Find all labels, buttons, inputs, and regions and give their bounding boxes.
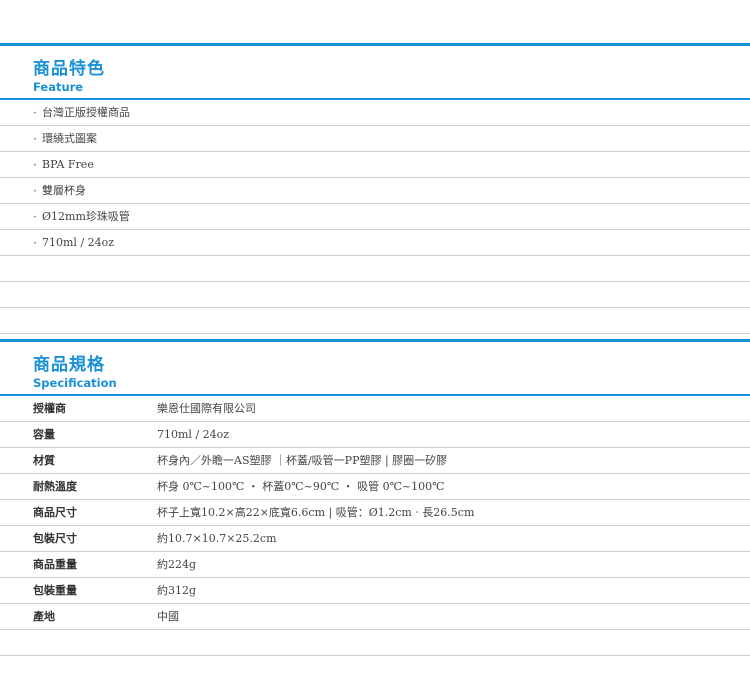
spec-value: 約224g xyxy=(157,558,197,571)
spec-value: 710ml / 24oz xyxy=(157,428,230,441)
spec-label: 包裝尺寸 xyxy=(33,532,77,545)
spec-row: 商品重量 約224g xyxy=(0,552,750,578)
spec-row xyxy=(0,630,750,656)
feature-row xyxy=(0,282,750,308)
spec-value: 樂恩仕國際有限公司 xyxy=(157,402,256,415)
spec-subtitle: Specification xyxy=(33,376,117,390)
spec-label: 包裝重量 xyxy=(33,584,77,597)
spec-title: 商品規格 xyxy=(33,355,105,375)
spec-value: 杯身 0℃~100℃ ‧ 杯蓋0℃~90℃ ‧ 吸管 0℃~100℃ xyxy=(157,480,445,493)
spec-row: 產地 中國 xyxy=(0,604,750,630)
spec-label: 商品重量 xyxy=(33,558,77,571)
feature-item-text: BPA Free xyxy=(42,158,94,171)
feature-section: 商品特色 Feature ‧ 台灣正版授權商品 ‧ 環繞式圖案 ‧ BPA Free ‧ 雙層… xyxy=(0,43,750,334)
spec-value: 中國 xyxy=(157,610,179,623)
spec-value: 杯子上寬10.2×高22×底寬6.6cm | 吸管：Ø1.2cm ‧ 長26.5… xyxy=(157,506,475,519)
spec-row: 材質 杯身內／外瞻一AS塑膠 ｜杯蓋/吸管一PP塑膠 | 膠圈一矽膠 xyxy=(0,448,750,474)
feature-title: 商品特色 xyxy=(33,59,105,79)
spec-table: 授權商 樂恩仕國際有限公司容量 710ml / 24oz 材質 杯身內／外瞻一AS塑膠 … xyxy=(0,396,750,656)
feature-row: ‧ Ø12mm珍珠吸管 xyxy=(0,204,750,230)
spec-row: 授權商 樂恩仕國際有限公司 xyxy=(0,396,750,422)
feature-row: ‧ BPA Free xyxy=(0,152,750,178)
spec-row: 包裝尺寸 約10.7×10.7×25.2cm xyxy=(0,526,750,552)
feature-item-text: Ø12mm珍珠吸管 xyxy=(42,210,130,223)
feature-item-text: 710ml / 24oz xyxy=(42,236,115,249)
spec-row: 容量 710ml / 24oz xyxy=(0,422,750,448)
feature-row xyxy=(0,308,750,334)
spec-section: 商品規格 Specification 授權商 樂恩仕國際有限公司容量 710ml /… xyxy=(0,339,750,656)
spec-label: 商品尺寸 xyxy=(33,506,77,519)
feature-row: ‧ 環繞式圖案 xyxy=(0,126,750,152)
spec-row: 商品尺寸 杯子上寬10.2×高22×底寬6.6cm | 吸管：Ø1.2cm ‧ 長… xyxy=(0,500,750,526)
spec-row: 包裝重量 約312g xyxy=(0,578,750,604)
feature-row: ‧ 台灣正版授權商品 xyxy=(0,100,750,126)
feature-item-text: 環繞式圖案 xyxy=(42,132,97,145)
spec-value: 約10.7×10.7×25.2cm xyxy=(157,532,277,545)
bullet-marker: ‧ xyxy=(33,184,37,198)
feature-row: ‧ 雙層杯身 xyxy=(0,178,750,204)
bullet-marker: ‧ xyxy=(33,236,37,250)
spec-row: 耐熱溫度 杯身 0℃~100℃ ‧ 杯蓋0℃~90℃ ‧ 吸管 0℃~100℃ xyxy=(0,474,750,500)
spec-label: 容量 xyxy=(33,428,55,441)
bullet-marker: ‧ xyxy=(33,132,37,146)
spec-value: 約312g xyxy=(157,584,197,597)
spec-label: 材質 xyxy=(33,454,55,467)
spec-value: 杯身內／外瞻一AS塑膠 ｜杯蓋/吸管一PP塑膠 | 膠圈一矽膠 xyxy=(157,454,448,467)
spec-header: 商品規格 Specification xyxy=(0,342,750,394)
feature-list: ‧ 台灣正版授權商品 ‧ 環繞式圖案 ‧ BPA Free ‧ 雙層杯身 ‧ Ø12mm珍珠吸管 ‧… xyxy=(0,100,750,334)
bullet-marker: ‧ xyxy=(33,106,37,120)
feature-row: ‧ 710ml / 24oz xyxy=(0,230,750,256)
bullet-marker: ‧ xyxy=(33,210,37,224)
bullet-marker: ‧ xyxy=(33,158,37,172)
spec-label: 授權商 xyxy=(33,402,66,415)
feature-item-text: 台灣正版授權商品 xyxy=(42,106,130,119)
feature-item-text: 雙層杯身 xyxy=(42,184,86,197)
feature-row xyxy=(0,256,750,282)
spec-label: 產地 xyxy=(33,610,55,623)
feature-subtitle: Feature xyxy=(33,80,84,94)
feature-header: 商品特色 Feature xyxy=(0,46,750,98)
spec-label: 耐熱溫度 xyxy=(33,480,77,493)
